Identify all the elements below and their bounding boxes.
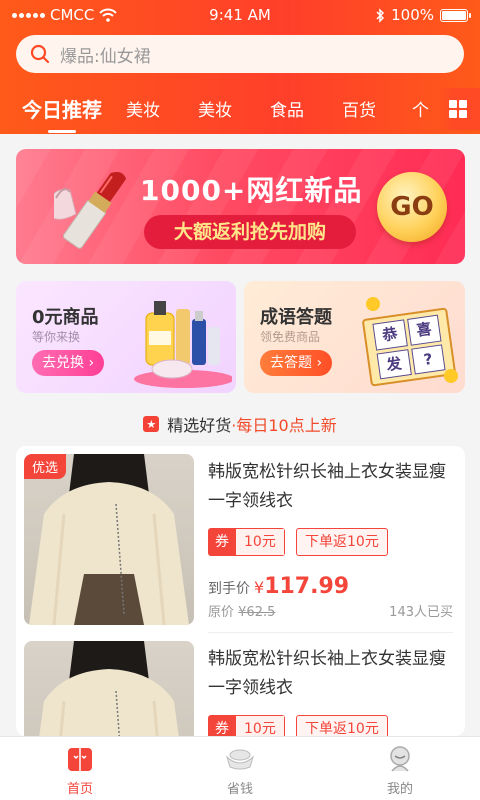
card-title: 成语答题 [260,307,332,328]
tab-personal[interactable]: 个 [412,88,429,121]
header: CMCC 9:41 AM 100% 爆品:仙女裙 今日推荐 美妆 美妆 食品 百… [0,0,480,134]
puzzle-book-icon: 恭 喜 发 ? [361,297,460,389]
star-icon: ★ [143,416,160,432]
rebate-badge: 下单返10元 [296,715,388,736]
search-icon [30,44,50,64]
nav-label: 省钱 [226,782,253,797]
rebate-badge: 下单返10元 [296,528,388,556]
section-header: ★ 精选好货 ·每日10点上新 [0,412,480,436]
banner-subtitle: 大额返利抢先加购 [144,215,356,249]
original-price-label: 原价 [208,605,235,620]
search-placeholder: 爆品:仙女裙 [60,46,151,67]
currency-symbol: ¥ [254,578,265,597]
coupon-label: 券 [208,715,236,736]
lipstick-icon [54,172,127,249]
grid-icon [449,100,467,118]
puzzle-char: 恭 [372,319,408,351]
nav-label: 我的 [386,782,413,797]
product-item[interactable]: 韩版宽松针织长袖上衣女装显瘦一字领线衣 券 10元 下单返10元 [16,633,465,736]
product-item[interactable]: 优选 韩版宽松针织长袖上衣女装显瘦一字领线衣 券 10元 下单返10元 到手价 … [16,446,465,633]
coupon-label: 券 [208,528,236,556]
original-price: 原价 ¥62.5 [208,601,275,620]
product-name: 韩版宽松针织长袖上衣女装显瘦一字领线衣 [208,462,446,511]
battery-icon [440,8,471,22]
product-image [24,641,194,736]
go-button[interactable]: GO [377,172,447,242]
home-icon [68,748,92,771]
category-tabs: 今日推荐 美妆 美妆 食品 百货 个 [0,88,480,130]
nav-label: 首页 [66,782,93,797]
product-image [24,454,194,625]
tab-beauty[interactable]: 美妆 [126,88,160,121]
user-icon [390,746,410,772]
final-price-value: 117.99 [264,574,350,599]
free-goods-card[interactable]: 0元商品 等你来换 去兑换 › [16,281,236,393]
cosmetics-icon [134,301,232,388]
product-name: 韩版宽松针织长袖上衣女装显瘦一字领线衣 [208,649,446,698]
puzzle-char: ? [410,343,446,375]
nav-home[interactable]: 首页 [0,737,160,800]
final-price-label: 到手价 [208,581,250,597]
card-subtitle: 等你来换 [32,330,81,344]
section-title: 精选好货 [167,416,232,435]
coupon-value: 10元 [236,528,285,556]
status-bar: CMCC 9:41 AM 100% [0,0,480,30]
section-highlight: ·每日10点上新 [231,416,337,435]
gold-ingot-icon [225,749,255,770]
status-time: 9:41 AM [209,6,271,24]
tab-food[interactable]: 食品 [270,88,304,121]
final-price: 到手价 ¥ 117.99 [208,574,349,599]
card-title: 0元商品 [32,307,99,328]
puzzle-char: 发 [376,348,412,380]
puzzle-char: 喜 [406,314,442,346]
preferred-tag: 优选 [24,454,67,479]
promo-banner[interactable]: 1000+网红新品 大额返利抢先加购 GO [16,149,465,264]
tab-goods[interactable]: 百货 [342,88,376,121]
tab-today[interactable]: 今日推荐 [22,88,102,123]
all-categories-button[interactable] [436,88,480,130]
coupon-badge[interactable]: 券 10元 [208,528,285,556]
bottom-nav: 首页 省钱 我的 [0,736,480,800]
search-input[interactable]: 爆品:仙女裙 [16,35,464,73]
sold-count: 143人已买 [389,605,453,620]
original-price-value: ¥62.5 [238,605,276,620]
card-subtitle: 领免费商品 [260,330,321,344]
nav-save[interactable]: 省钱 [160,737,320,800]
coupon-badge[interactable]: 券 10元 [208,715,285,736]
quiz-button[interactable]: 去答题 › [260,350,333,376]
product-list: 优选 韩版宽松针织长袖上衣女装显瘦一字领线衣 券 10元 下单返10元 到手价 … [16,446,465,736]
coupon-value: 10元 [236,715,285,736]
redeem-button[interactable]: 去兑换 › [32,350,105,376]
tab-beauty-2[interactable]: 美妆 [198,88,232,121]
idiom-quiz-card[interactable]: 成语答题 领免费商品 去答题 › 恭 喜 发 ? [244,281,465,393]
nav-profile[interactable]: 我的 [320,737,480,800]
banner-title: 1000+网红新品 [140,174,363,207]
